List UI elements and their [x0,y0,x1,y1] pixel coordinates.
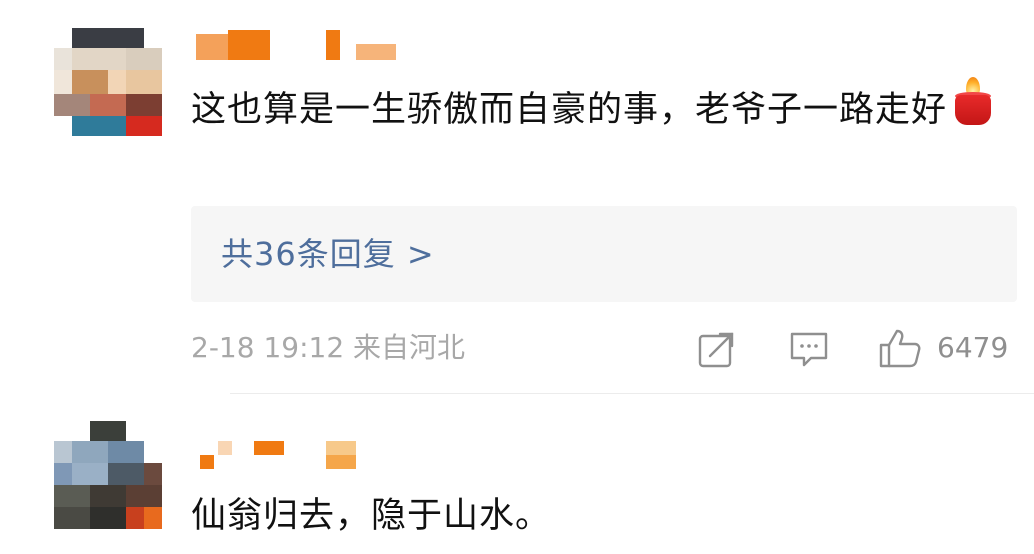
like-count: 6479 [937,331,1009,364]
thumbs-up-icon[interactable] [879,328,921,368]
comment-icon[interactable] [789,330,829,368]
share-icon[interactable] [698,330,736,368]
comment-text-content: 这也算是一生骄傲而自豪的事，老爷子一路走好 [191,90,948,130]
avatar[interactable] [54,421,162,529]
candle-icon [951,77,995,129]
comment-text: 仙翁归去，隐于山水。 [191,496,552,536]
comment-text: 这也算是一生骄傲而自豪的事，老爷子一路走好 [191,77,1011,138]
comment-item: 这也算是一生骄傲而自豪的事，老爷子一路走好 共36条回复 > 2-18 19:1… [0,0,1034,395]
comment-meta: 2-18 19:12 来自河北 6479 [191,326,1019,370]
timestamp-location: 2-18 19:12 来自河北 [191,331,466,364]
divider [230,393,1034,394]
comment-item: 仙翁归去，隐于山水。 [0,395,1034,554]
avatar[interactable] [54,28,162,136]
replies-label: 共36条回复 > [221,235,435,273]
replies-link[interactable]: 共36条回复 > [191,206,1017,302]
